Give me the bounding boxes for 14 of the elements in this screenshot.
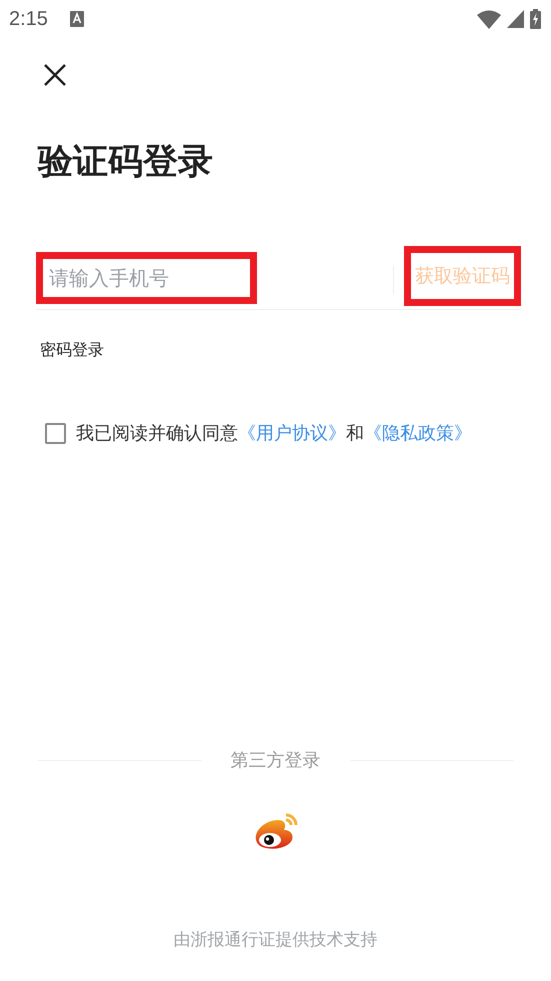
password-login-link[interactable]: 密码登录	[40, 340, 104, 359]
battery-charging-icon	[530, 9, 541, 29]
wifi-icon	[477, 10, 501, 28]
signal-icon	[507, 10, 524, 28]
footer-credit: 由浙报通行证提供技术支持	[174, 930, 378, 950]
page-title: 验证码登录	[38, 140, 214, 184]
user-agreement-link[interactable]: 《用户协议》	[238, 423, 346, 444]
agreement-text: 我已阅读并确认同意《用户协议》和《隐私政策》	[76, 422, 472, 445]
agreement-checkbox[interactable]	[45, 422, 66, 444]
keyboard-notification-icon	[70, 11, 84, 27]
status-time: 2:15	[9, 8, 48, 30]
phone-input-field[interactable]: 请输入手机号	[36, 252, 257, 304]
privacy-policy-link[interactable]: 《隐私政策》	[364, 423, 472, 444]
third-party-login-heading: 第三方登录	[230, 749, 320, 772]
